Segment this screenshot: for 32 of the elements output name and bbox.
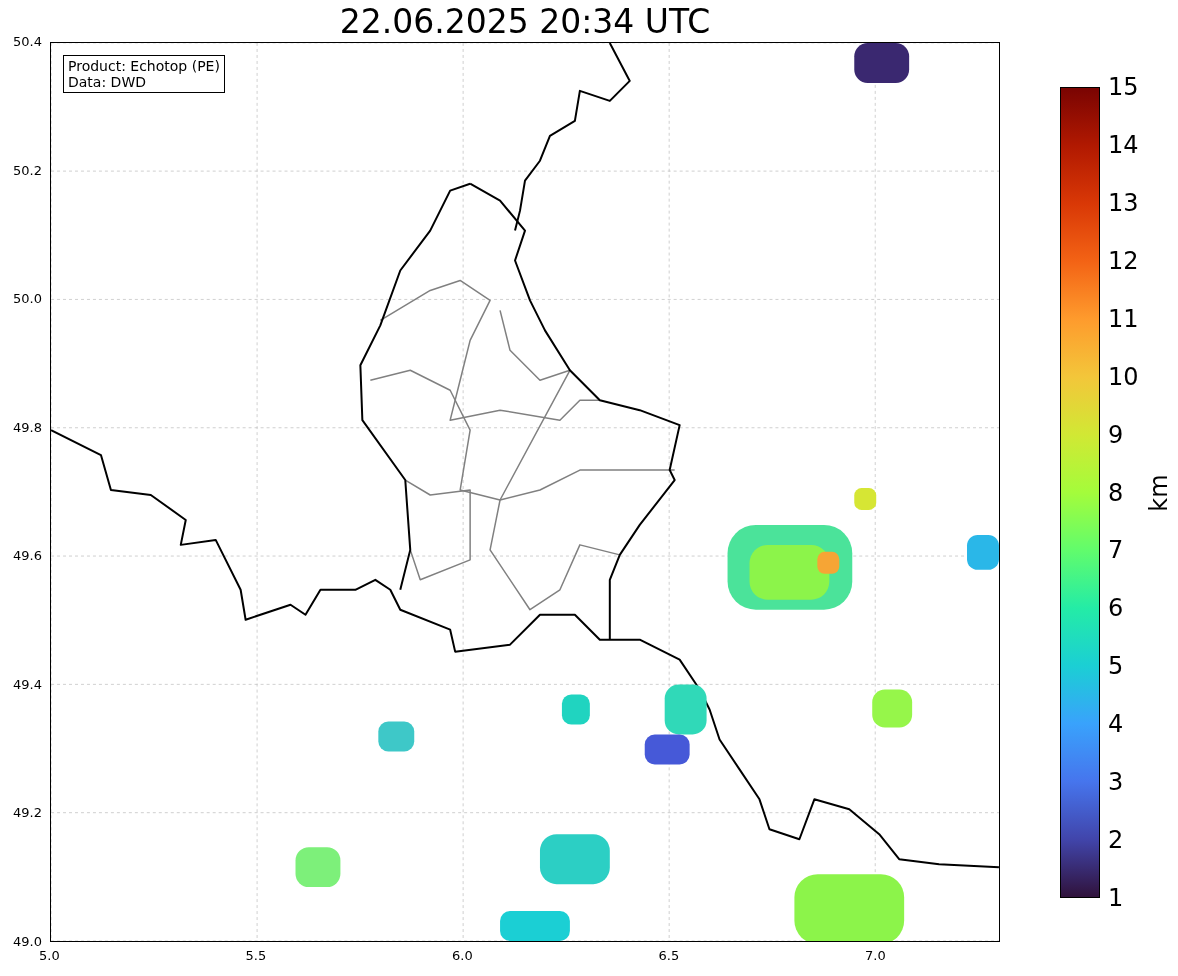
colorbar-tick-label: 6 — [1108, 595, 1124, 622]
colorbar-tick-label: 7 — [1108, 537, 1124, 564]
y-tick-label: 49.4 — [13, 676, 42, 692]
y-tick-label: 49.8 — [13, 419, 42, 435]
y-tick-label: 49.0 — [13, 934, 42, 949]
chart-title: 22.06.2025 20:34 UTC — [338, 2, 712, 42]
colorbar-tick-label: 4 — [1108, 711, 1124, 738]
colorbar-tick-label: 14 — [1108, 131, 1139, 158]
x-tick-label: 5.0 — [39, 948, 60, 963]
info-text: Data: DWD — [68, 74, 147, 90]
colorbar-tick-label: 11 — [1108, 305, 1139, 332]
y-tick-label: 49.2 — [13, 805, 42, 821]
colorbar-tick-label: 13 — [1108, 189, 1139, 216]
x-tick-label: 7.0 — [865, 948, 886, 963]
colorbar-tick-label: 8 — [1108, 479, 1124, 506]
x-tick-label: 6.5 — [658, 948, 680, 963]
y-tick-label: 49.6 — [13, 548, 42, 564]
x-tick-label: 5.5 — [245, 948, 267, 963]
y-tick-label: 50.0 — [13, 291, 42, 307]
colorbar-tick-label: 3 — [1108, 769, 1124, 796]
colorbar-tick-label: 1 — [1108, 885, 1124, 911]
y-tick-label: 50.4 — [13, 34, 42, 49]
colorbar-tick-label: 5 — [1108, 653, 1124, 680]
colorbar-tick-label: 10 — [1108, 363, 1139, 390]
colorbar-tick-label: 15 — [1108, 74, 1139, 100]
info-text: Product: Echotop (PE) — [68, 58, 220, 74]
y-tick-label: 50.2 — [13, 162, 42, 178]
x-tick-label: 6.0 — [452, 948, 473, 963]
colorbar-label: km — [1145, 473, 1173, 512]
colorbar-tick-label: 2 — [1108, 827, 1124, 854]
colorbar-tick-label: 12 — [1108, 247, 1139, 274]
colorbar-tick-label: 9 — [1108, 421, 1124, 448]
